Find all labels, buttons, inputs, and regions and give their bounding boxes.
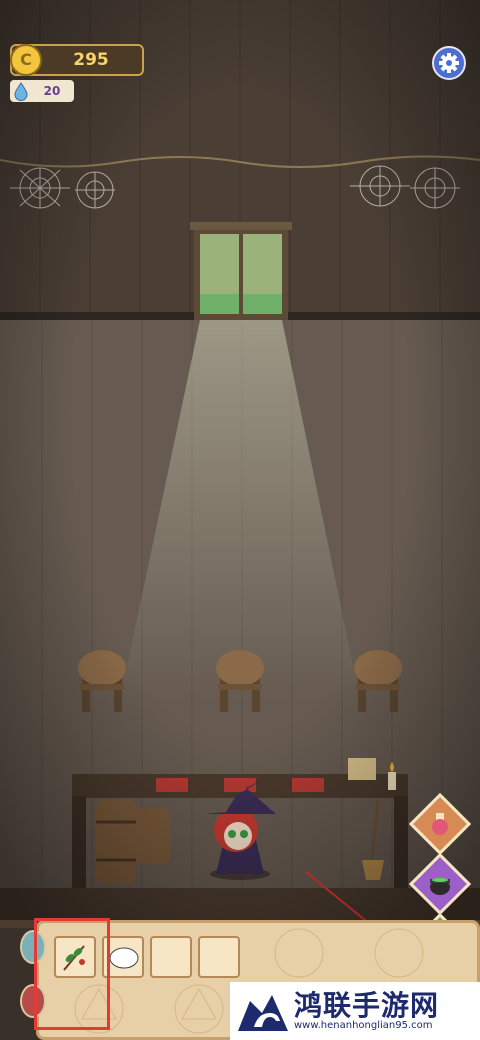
highlight-box bbox=[34, 918, 110, 1030]
site-watermark: 鸿联手游网 www.henanhonglian95.com bbox=[230, 982, 480, 1040]
coin-value: 295 bbox=[73, 50, 109, 70]
horse-logo-icon bbox=[238, 995, 288, 1031]
settings-button[interactable] bbox=[432, 46, 466, 80]
water-drop-icon bbox=[14, 82, 28, 101]
inventory-slot-4[interactable] bbox=[198, 936, 240, 978]
gem-counter: 20 bbox=[10, 80, 74, 102]
watermark-url: www.henanhonglian95.com bbox=[294, 1020, 433, 1031]
potion-icon bbox=[432, 813, 448, 835]
inventory-slot-3[interactable] bbox=[150, 936, 192, 978]
gear-icon bbox=[439, 53, 459, 73]
vignette-overlay bbox=[0, 0, 480, 920]
coin-icon: C bbox=[10, 44, 42, 76]
coin-counter: C 295 bbox=[10, 44, 144, 76]
cauldron-icon bbox=[430, 878, 450, 895]
gem-value: 20 bbox=[43, 84, 61, 98]
watermark-title: 鸿联手游网 bbox=[294, 989, 440, 1022]
